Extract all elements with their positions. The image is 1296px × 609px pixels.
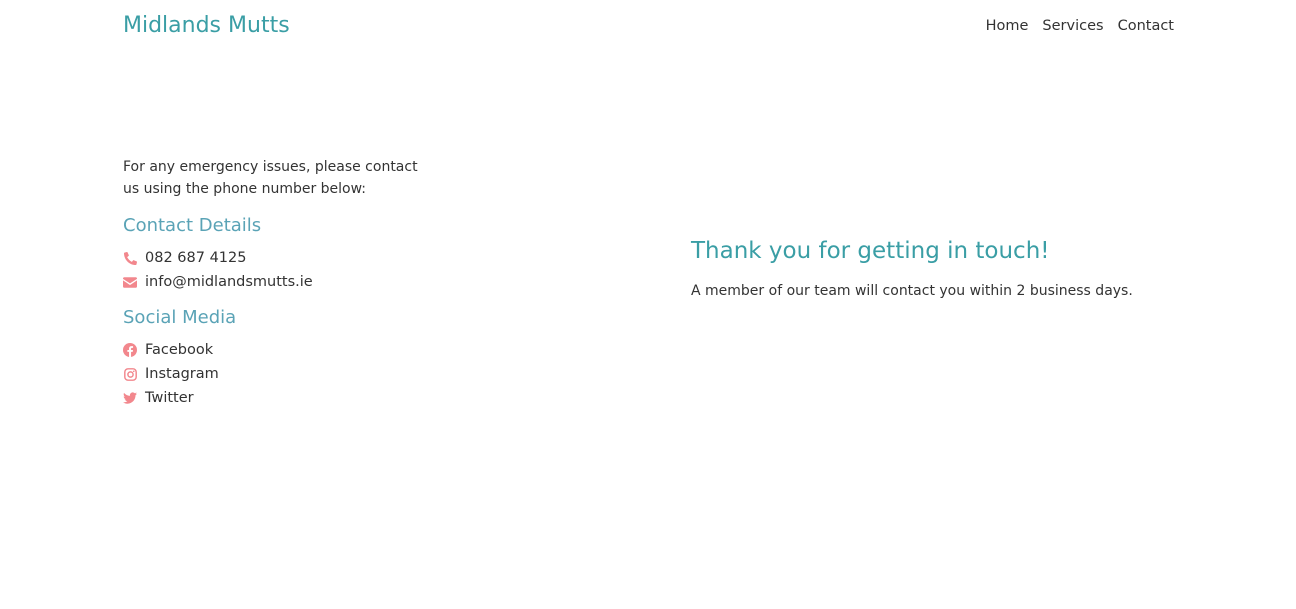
thank-you-heading: Thank you for getting in touch! [691,238,1050,264]
nav-item-services[interactable]: Services [1042,18,1103,34]
confirmation-section: Thank you for getting in touch! A member… [691,238,1191,299]
contact-info-section: For any emergency issues, please contact… [123,156,443,410]
envelope-icon [123,275,137,289]
page: Midlands Mutts Home Services Contact For… [0,0,1296,609]
facebook-icon [123,343,137,357]
instagram-link[interactable]: Instagram [145,366,219,382]
social-item-instagram: Instagram [123,362,443,386]
instagram-icon [123,367,137,381]
twitter-icon [123,391,137,405]
phone-icon [123,251,137,265]
email-link[interactable]: info@midlandsmutts.ie [145,274,313,290]
brand-logo-link[interactable]: Midlands Mutts [123,13,290,38]
contact-details-heading: Contact Details [123,215,262,236]
contact-details-list: 082 687 4125 info@midlandsmutts.ie [123,246,443,294]
social-media-list: Facebook Instagram Twitter [123,338,443,410]
social-item-facebook: Facebook [123,338,443,362]
nav-item-home[interactable]: Home [986,18,1029,34]
email-item: info@midlandsmutts.ie [123,270,443,294]
facebook-link[interactable]: Facebook [145,342,213,358]
social-media-heading: Social Media [123,307,237,328]
confirmation-message: A member of our team will contact you wi… [691,283,1133,299]
phone-number[interactable]: 082 687 4125 [145,250,246,266]
emergency-intro-text: For any emergency issues, please contact… [123,159,418,197]
social-item-twitter: Twitter [123,386,443,410]
main-nav: Home Services Contact [986,18,1174,34]
phone-item: 082 687 4125 [123,246,443,270]
twitter-link[interactable]: Twitter [145,390,194,406]
nav-item-contact[interactable]: Contact [1118,18,1174,34]
